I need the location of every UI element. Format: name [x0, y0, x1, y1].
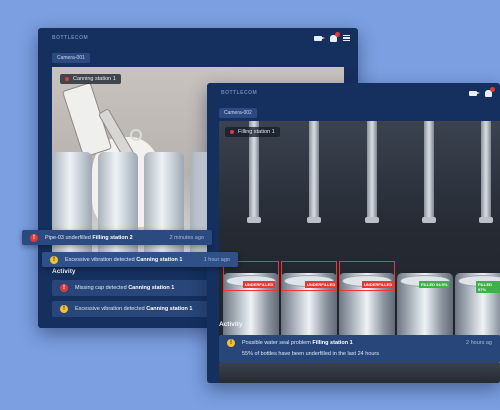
alert-detail: 55% of bottles have been underfilled in …	[242, 351, 379, 357]
can	[98, 152, 138, 262]
toast-text: Pipe-03 underfilled Filling station 2	[45, 234, 133, 241]
error-alert-icon: !	[60, 284, 68, 292]
fill-status-tag: FILLED 94.5%	[419, 281, 450, 288]
can	[144, 152, 184, 262]
filling-nozzle	[365, 121, 379, 223]
fill-status-tag: FILLED 97%	[476, 281, 500, 293]
recording-dot-icon	[65, 77, 69, 81]
video-camera-icon[interactable]	[469, 90, 480, 96]
logo: BOTTLECOM	[52, 35, 89, 41]
arm-ring	[130, 129, 142, 141]
toast-time: 1 hour ago	[203, 256, 230, 263]
activity-heading: Activity	[219, 321, 243, 328]
warning-alert-icon: !	[50, 255, 58, 264]
error-alert-icon: !	[30, 233, 38, 242]
logo: BOTTLECOM	[221, 90, 258, 96]
warning-alert-icon: !	[227, 339, 235, 347]
station-label: Canning station 1	[60, 74, 121, 84]
notification-dot	[490, 86, 495, 92]
top-icons	[314, 31, 350, 42]
camera-panel-002: BOTTLECOM Camera-002 UNDERFILLED UNDERFI…	[207, 83, 500, 383]
top-bar: BOTTLECOM	[38, 28, 358, 48]
toast-time: 2 minutes ago	[169, 234, 204, 241]
station-name: Filling station 1	[238, 129, 275, 135]
toast-text: Excessive vibration detected Canning sta…	[65, 256, 183, 263]
notification-toast[interactable]: ! Excessive vibration detected Canning s…	[42, 252, 238, 267]
filling-nozzle	[307, 121, 321, 223]
station-label: Filling station 1	[225, 127, 280, 137]
alert-text: Missing cap detected Canning station 1	[75, 285, 175, 291]
filling-nozzle	[479, 121, 493, 223]
camera-chip[interactable]: Camera-001	[52, 53, 90, 63]
top-icons	[469, 86, 495, 97]
fill-status-tag: UNDERFILLED	[362, 281, 395, 288]
hamburger-menu-icon[interactable]	[343, 35, 350, 41]
fill-status-tag: UNDERFILLED	[243, 281, 276, 288]
notification-toast[interactable]: ! Pipe-03 underfilled Filling station 2 …	[22, 230, 212, 245]
fill-status-tag: UNDERFILLED	[305, 281, 338, 288]
video-camera-icon[interactable]	[314, 35, 325, 41]
conveyor-rail	[219, 363, 500, 383]
activity-item[interactable]: ! Possible water seal problem Filling st…	[219, 335, 500, 363]
alert-time: 2 hours ag	[466, 340, 492, 346]
notification-bell-icon[interactable]	[330, 31, 340, 42]
filling-nozzle	[422, 121, 436, 223]
top-bar: BOTTLECOM	[207, 83, 500, 103]
camera-chip[interactable]: Camera-002	[219, 108, 257, 118]
recording-dot-icon	[230, 130, 234, 134]
activity-heading: Activity	[52, 268, 76, 275]
alert-text: Possible water seal problem Filling stat…	[242, 340, 353, 346]
notification-dot	[335, 31, 340, 37]
notification-bell-icon[interactable]	[485, 86, 495, 97]
can	[52, 152, 92, 262]
station-name: Canning station 1	[73, 76, 116, 82]
alert-text: Excessive vibration detected Canning sta…	[75, 306, 193, 312]
warning-alert-icon: !	[60, 305, 68, 313]
